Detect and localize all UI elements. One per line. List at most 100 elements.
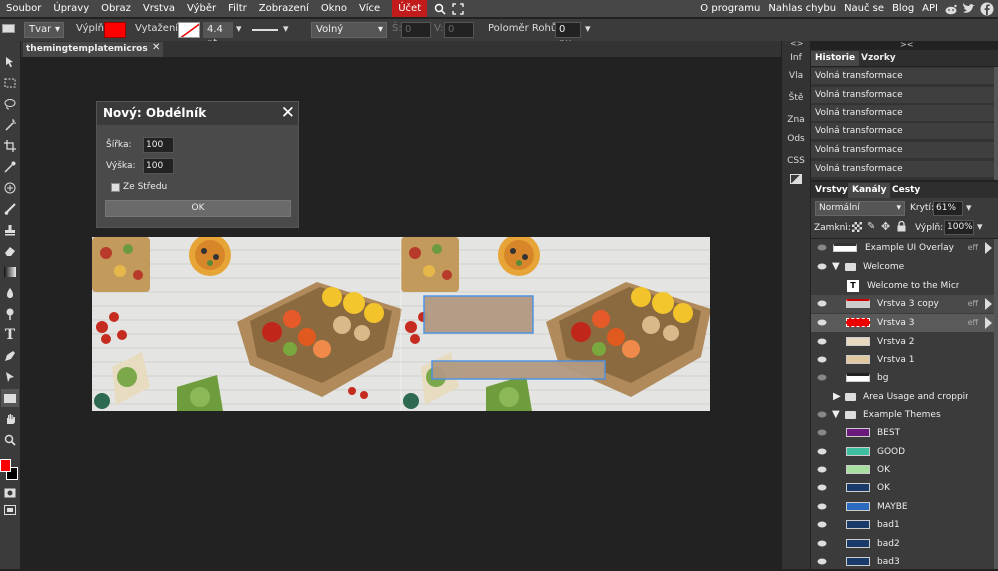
lock-position-icon[interactable]: ✥ xyxy=(881,220,890,233)
layer-row[interactable]: bg xyxy=(811,369,994,387)
eyedropper-icon[interactable] xyxy=(1,158,19,176)
scrollbar[interactable] xyxy=(994,239,998,569)
foreground-color-swatch[interactable] xyxy=(0,459,11,472)
hand-tool-icon[interactable] xyxy=(1,410,19,428)
lock-pixels-icon[interactable]: ✎ xyxy=(867,221,875,232)
twitter-icon[interactable] xyxy=(962,2,976,16)
fullscreen-icon[interactable] xyxy=(451,2,465,16)
collapse-toggle[interactable]: >< xyxy=(900,40,913,49)
layer-row[interactable]: OK xyxy=(811,479,994,497)
link-report-bug[interactable]: Nahlas chybu xyxy=(764,3,840,14)
height-input[interactable]: 0 xyxy=(444,22,474,38)
link-about[interactable]: O programu xyxy=(696,3,764,14)
link-blog[interactable]: Blog xyxy=(888,3,918,14)
layer-row[interactable]: bad3 xyxy=(811,553,994,571)
close-icon[interactable]: ✕ xyxy=(281,102,295,125)
tab-layers[interactable]: Vrstvy xyxy=(811,183,852,198)
eye-icon[interactable] xyxy=(817,356,827,363)
shape-tool-icon[interactable] xyxy=(1,389,19,407)
reddit-icon[interactable] xyxy=(944,2,958,16)
account-button[interactable]: Účet xyxy=(392,0,428,17)
chevron-down-icon[interactable]: ▾ xyxy=(283,22,289,35)
search-icon[interactable] xyxy=(433,2,447,16)
blend-mode-select[interactable]: Normální ▾ xyxy=(815,201,905,216)
lock-transparency-icon[interactable] xyxy=(852,222,862,232)
eye-icon[interactable] xyxy=(817,521,827,528)
chevron-down-icon[interactable]: ▾ xyxy=(585,22,591,35)
overlay-rect-top[interactable] xyxy=(423,295,534,334)
width-input[interactable]: 0 xyxy=(401,22,431,38)
zoom-tool-icon[interactable] xyxy=(1,431,19,449)
eye-icon[interactable] xyxy=(817,429,827,436)
tab-paths[interactable]: Cesty xyxy=(888,183,924,198)
menu-vrstva[interactable]: Vrstva xyxy=(137,0,181,17)
link-api[interactable]: API xyxy=(918,3,942,14)
history-item[interactable]: Volná transformace xyxy=(811,105,994,122)
text-tool-icon[interactable]: T xyxy=(1,326,19,344)
effects-badge[interactable]: eff xyxy=(968,239,978,257)
eye-icon[interactable] xyxy=(817,503,827,510)
blur-icon[interactable] xyxy=(1,284,19,302)
ok-button[interactable]: OK xyxy=(105,200,291,217)
expand-arrow-icon[interactable] xyxy=(985,242,992,254)
side-tab-brushes[interactable]: Ště xyxy=(782,88,810,108)
layer-row-selected[interactable]: Vrstva 3 eff xyxy=(811,314,994,332)
menu-soubor[interactable]: Soubor xyxy=(0,0,47,17)
gradient-icon[interactable] xyxy=(1,263,19,281)
scrollbar[interactable] xyxy=(994,67,998,180)
eye-icon[interactable] xyxy=(817,484,827,491)
menu-okno[interactable]: Okno xyxy=(315,0,353,17)
expand-arrow-icon[interactable] xyxy=(985,317,992,329)
move-tool-icon[interactable] xyxy=(1,53,19,71)
lock-all-icon[interactable] xyxy=(897,220,906,232)
eye-icon[interactable] xyxy=(817,300,827,307)
effects-badge[interactable]: eff xyxy=(968,295,978,313)
layer-group-row[interactable]: ▼ Example Themes xyxy=(811,406,994,424)
screen-mode-icon[interactable] xyxy=(1,501,19,519)
expand-arrow-icon[interactable] xyxy=(985,298,992,310)
chevron-right-icon[interactable]: ▶ xyxy=(833,388,841,406)
chevron-down-icon[interactable]: ▼ xyxy=(832,258,840,276)
history-item[interactable]: Volná transformace xyxy=(811,123,994,140)
stroke-none-swatch[interactable] xyxy=(178,22,200,38)
history-item[interactable]: Volná transformace xyxy=(811,142,994,159)
eraser-icon[interactable] xyxy=(1,242,19,260)
menu-vyber[interactable]: Výběr xyxy=(181,0,222,17)
opacity-input[interactable]: 61% xyxy=(933,201,963,216)
tab-channels[interactable]: Kanály xyxy=(848,183,891,198)
fill-input[interactable]: 100% xyxy=(944,220,974,235)
history-item[interactable]: Volná transformace xyxy=(811,87,994,104)
layer-group-row[interactable]: ▼ Welcome xyxy=(811,258,994,276)
history-item[interactable]: Volná transformace xyxy=(811,68,994,85)
side-tab-characters[interactable]: Zna xyxy=(782,110,810,130)
close-icon[interactable]: ✕ xyxy=(152,42,160,53)
center-checkbox[interactable] xyxy=(111,183,120,192)
side-tab-properties[interactable]: Vla xyxy=(782,66,810,86)
layer-row[interactable]: BEST xyxy=(811,424,994,442)
dodge-icon[interactable] xyxy=(1,305,19,323)
eye-icon[interactable] xyxy=(817,411,827,418)
layer-row[interactable]: Vrstva 1 xyxy=(811,351,994,369)
menu-zobrazeni[interactable]: Zobrazení xyxy=(253,0,315,17)
layer-group-row[interactable]: ▶ Area Usage and croppin xyxy=(811,388,994,406)
path-select-icon[interactable] xyxy=(1,368,19,386)
overlay-rect-bottom[interactable] xyxy=(431,360,606,380)
chevron-down-icon[interactable]: ▾ xyxy=(236,22,242,35)
menu-vice[interactable]: Více xyxy=(353,0,386,17)
tab-swatches[interactable]: Vzorky xyxy=(857,51,900,66)
crop-tool-icon[interactable] xyxy=(1,137,19,155)
layer-row[interactable]: Example UI Overlay eff xyxy=(811,239,994,257)
chevron-down-icon[interactable]: ▾ xyxy=(966,201,972,214)
layer-row[interactable]: MAYBE xyxy=(811,498,994,516)
layer-row[interactable]: Vrstva 2 xyxy=(811,333,994,351)
history-item[interactable]: Volná transformace xyxy=(811,161,994,178)
healing-icon[interactable] xyxy=(1,179,19,197)
chevron-down-icon[interactable]: ▼ xyxy=(832,406,840,424)
effects-badge[interactable]: eff xyxy=(968,314,978,332)
document-canvas[interactable] xyxy=(92,237,710,411)
layer-row[interactable]: OK xyxy=(811,461,994,479)
magic-wand-icon[interactable] xyxy=(1,116,19,134)
eye-icon[interactable] xyxy=(817,244,827,251)
mode-select[interactable]: Volný ▾ xyxy=(311,22,387,38)
quick-mask-icon[interactable] xyxy=(1,484,19,502)
